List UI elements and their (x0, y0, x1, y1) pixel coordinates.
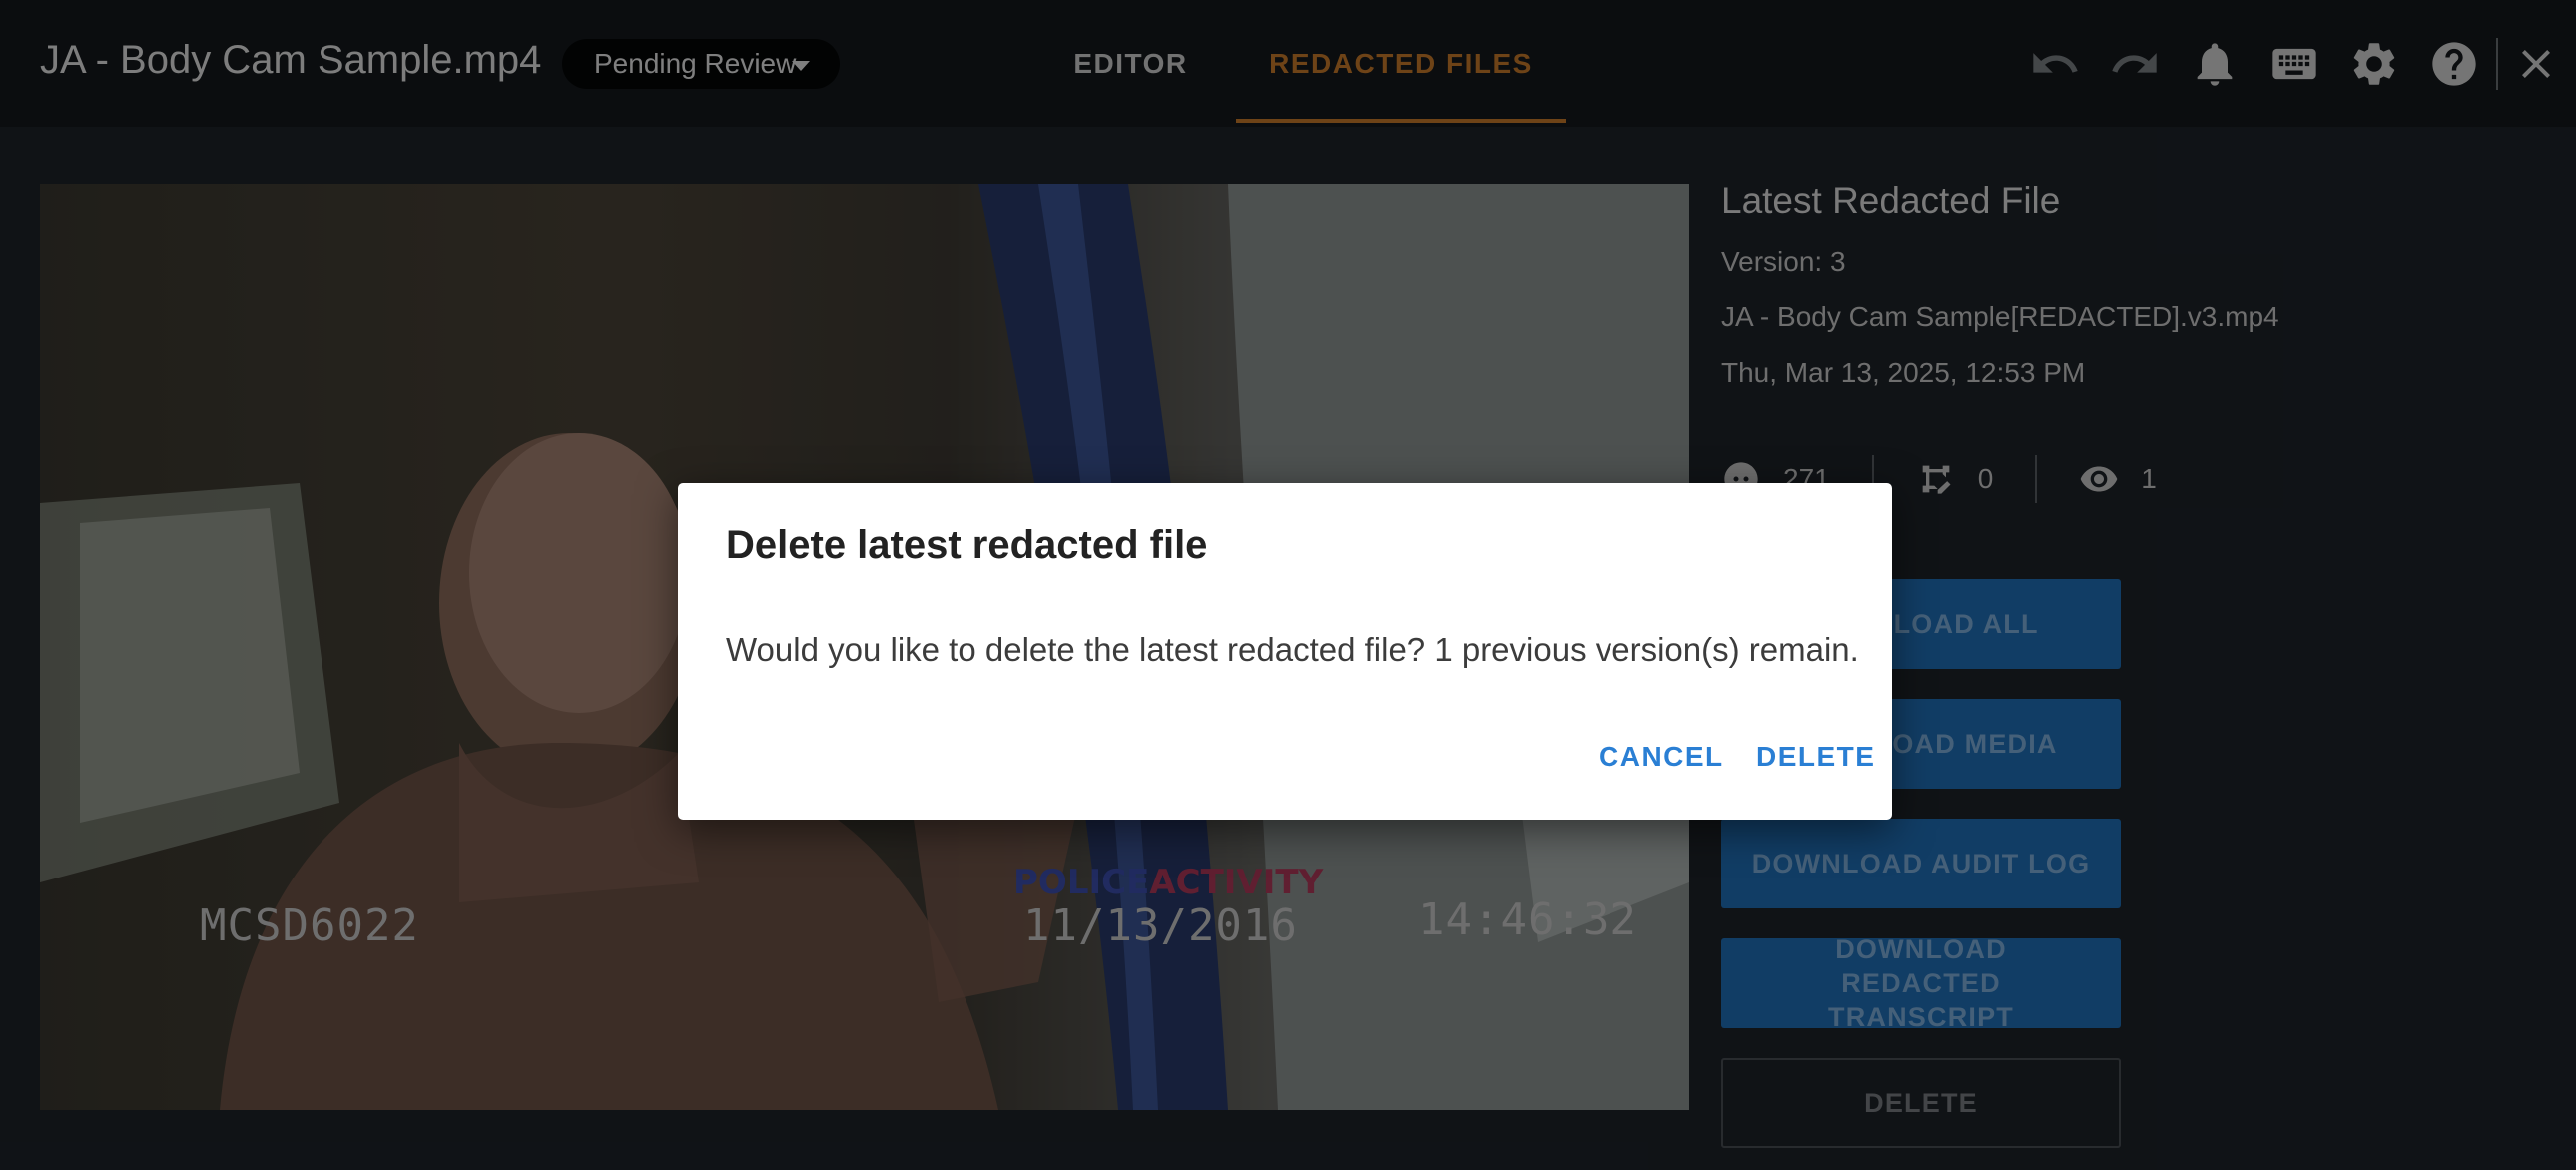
delete-confirm-dialog: Delete latest redacted file Would you li… (678, 483, 1892, 820)
confirm-delete-button[interactable]: DELETE (1756, 741, 1875, 773)
cancel-button[interactable]: CANCEL (1599, 741, 1724, 773)
dialog-message: Would you like to delete the latest reda… (726, 631, 1859, 668)
dialog-title: Delete latest redacted file (726, 523, 1208, 567)
